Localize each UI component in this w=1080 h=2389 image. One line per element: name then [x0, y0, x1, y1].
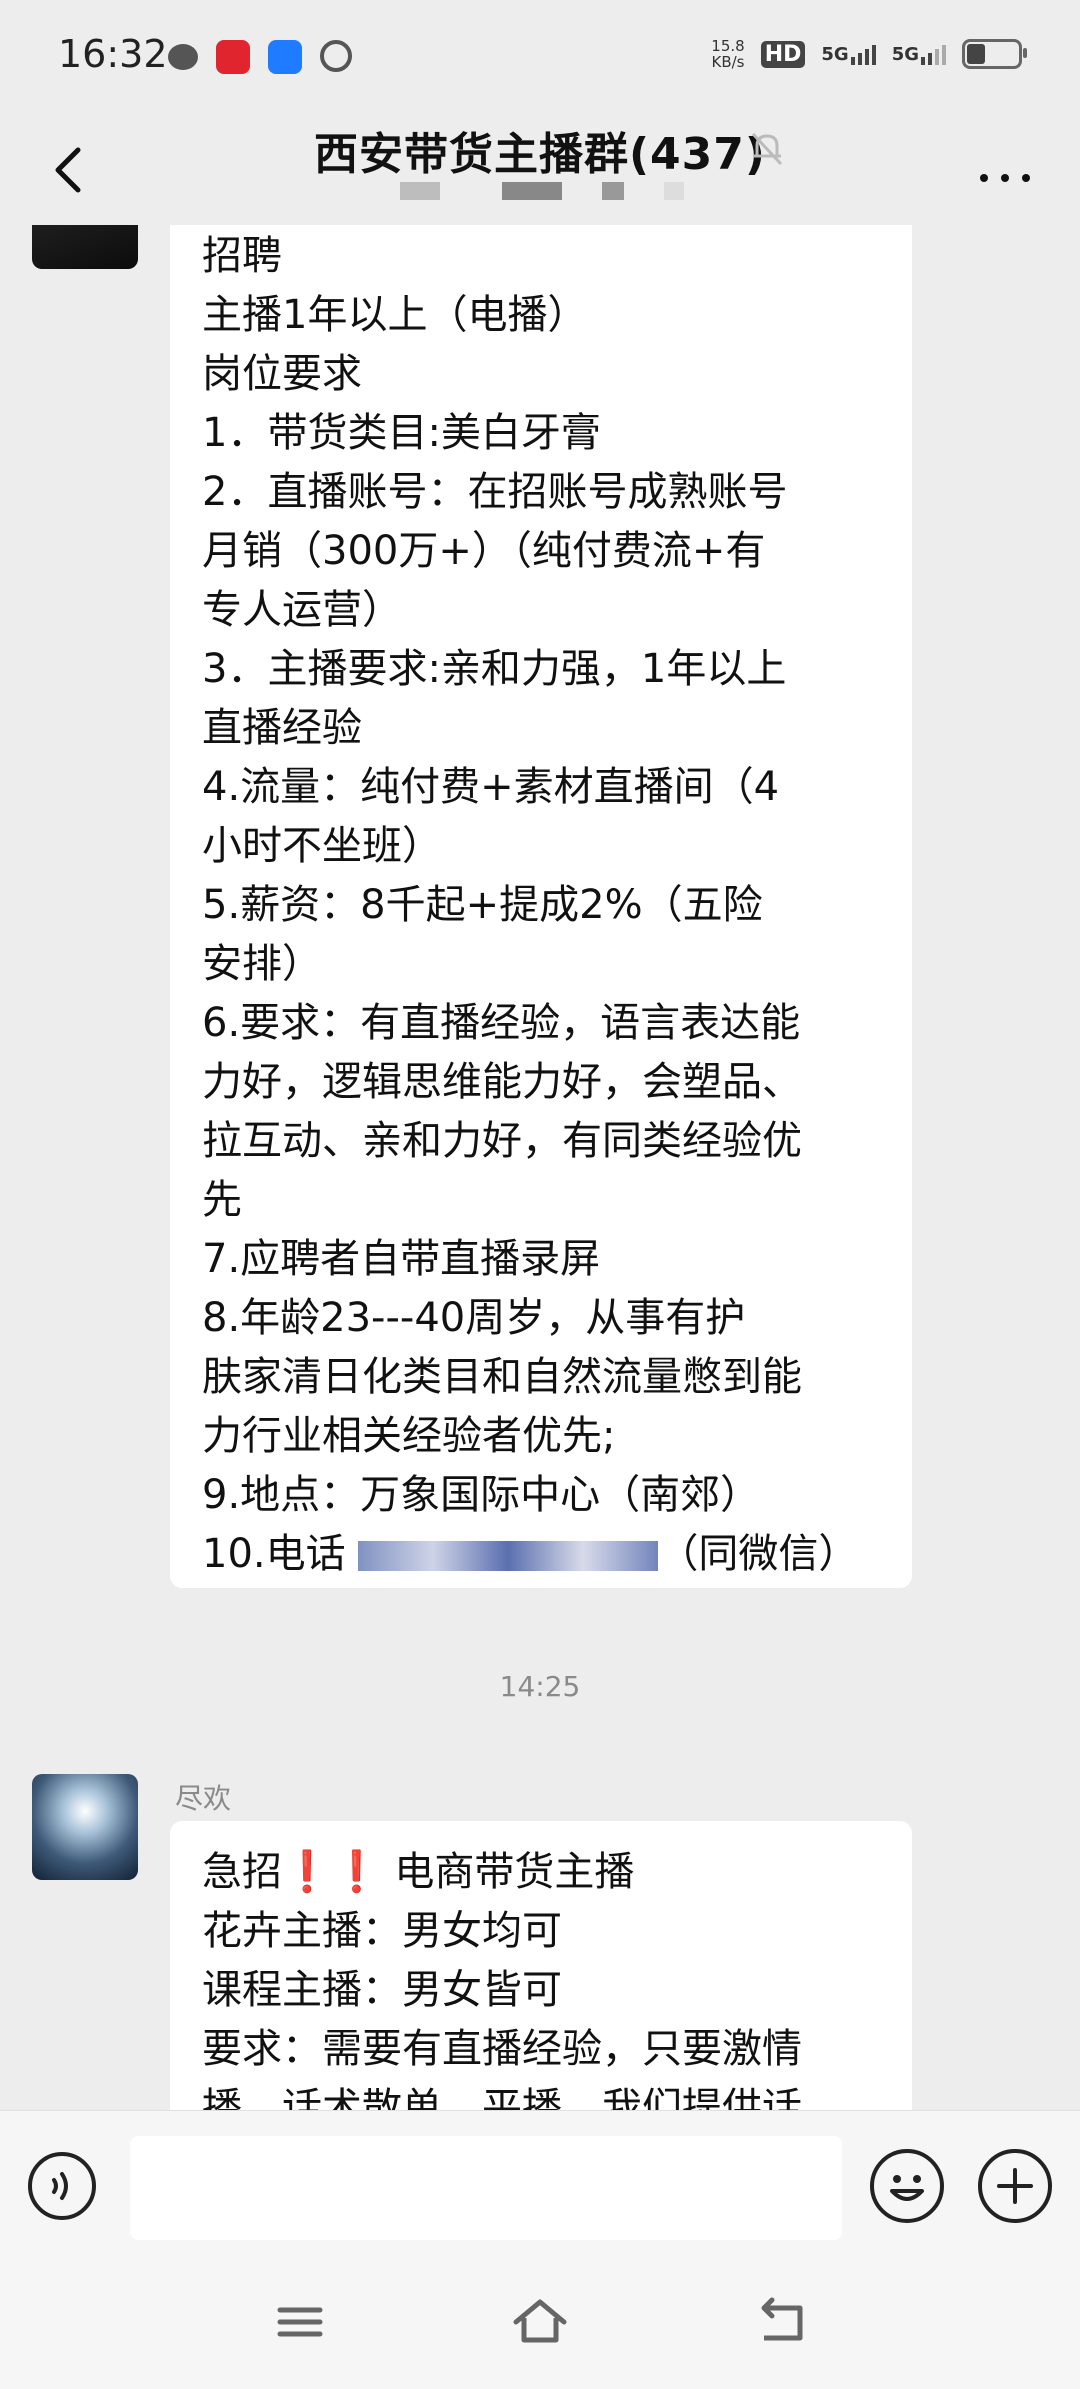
message-line: 8.年龄23---40周岁，从事有护	[202, 1295, 746, 1341]
message-line: 3．主播要求:亲和力强，1年以上	[202, 646, 787, 692]
nav-back-button[interactable]	[750, 2292, 810, 2352]
redacted-subtitle	[400, 182, 440, 200]
message-line: 7.应聘者自带直播录屏	[202, 1236, 601, 1282]
message-line: 课程主播：男女皆可	[202, 1967, 562, 2013]
link-icon	[320, 40, 352, 72]
redacted-subtitle	[502, 182, 562, 200]
message-bubble[interactable]: 急招❗❗ 电商带货主播 花卉主播：男女均可 课程主播：男女皆可 要求：需要有直播…	[170, 1821, 912, 2110]
avatar[interactable]	[32, 225, 138, 269]
nav-home-button[interactable]	[510, 2292, 570, 2352]
more-dots-icon	[980, 174, 1030, 182]
message-line: 肤家清日化类目和自然流量憋到能	[202, 1354, 802, 1400]
message-line: 急招❗❗ 电商带货主播	[202, 1849, 635, 1895]
voice-button[interactable]	[28, 2152, 96, 2220]
message-line: 要求：需要有直播经验，只要激情	[202, 2026, 802, 2072]
chat-title: 西安带货主播群(437)	[313, 129, 767, 180]
message-line: 主播1年以上（电播）	[202, 292, 588, 338]
message-line: 2．直播账号：在招账号成熟账号	[202, 469, 788, 515]
message-bubble[interactable]: 招聘 主播1年以上（电播） 岗位要求 1．带货类目:美白牙膏 2．直播账号：在招…	[170, 225, 912, 1588]
chat-header: 西安带货主播群(437)	[0, 118, 1080, 228]
message-input[interactable]	[130, 2136, 842, 2240]
battery-icon	[962, 39, 1027, 69]
system-nav-bar	[0, 2260, 1080, 2389]
message-line: 播，话术散单，平播，我们提供话	[202, 2085, 802, 2110]
sender-name: 尽欢	[175, 1782, 232, 1815]
message-list[interactable]: 招聘 主播1年以上（电播） 岗位要求 1．带货类目:美白牙膏 2．直播账号：在招…	[0, 225, 1080, 2110]
status-time: 16:32	[58, 32, 168, 76]
voice-icon	[52, 2172, 68, 2200]
message-line: 安排）	[202, 941, 322, 987]
redacted-phone	[358, 1541, 659, 1571]
redacted-subtitle	[602, 182, 624, 200]
message-line: 花卉主播：男女均可	[202, 1908, 562, 1954]
emoji-button[interactable]	[870, 2149, 944, 2223]
redacted-subtitle	[664, 182, 684, 200]
net-speed: 15.8 KB/s	[711, 37, 745, 71]
wechat-icon	[168, 44, 198, 70]
signal-icon: 5G	[892, 44, 946, 65]
message-line: 小时不坐班）	[202, 823, 442, 869]
message-line: 专人运营）	[202, 587, 402, 633]
back-icon	[761, 2297, 803, 2341]
hd-icon: HD	[760, 40, 806, 68]
message-line: 10.电话 （同微信）	[202, 1531, 859, 1577]
message-line: 6.要求：有直播经验，语言表达能	[202, 1000, 801, 1046]
message-line: 先	[202, 1177, 242, 1223]
bell-off-icon	[745, 126, 789, 170]
message-line: 拉互动、亲和力好，有同类经验优	[202, 1118, 802, 1164]
message-line: 招聘	[202, 233, 282, 279]
status-bar: 16:32 15.8 KB/s HD 5G 5G	[0, 0, 1080, 118]
home-icon	[513, 2299, 567, 2343]
app-notification-icon	[216, 40, 250, 74]
avatar[interactable]	[32, 1774, 138, 1880]
emoji-icon	[890, 2175, 924, 2201]
message-line: 5.薪资：8千起+提成2%（五险	[202, 882, 763, 928]
message-line: 直播经验	[202, 705, 362, 751]
notification-icons	[168, 40, 352, 74]
message-line: 月销（300万+）（纯付费流+有	[202, 528, 766, 574]
message-line: 力行业相关经验者优先;	[202, 1413, 616, 1459]
message-line: 1．带货类目:美白牙膏	[202, 410, 601, 456]
plus-icon	[997, 2168, 1033, 2204]
more-button[interactable]	[970, 140, 1040, 190]
app-notification-icon	[268, 40, 302, 74]
input-bar	[0, 2110, 1080, 2261]
time-divider: 14:25	[499, 1670, 581, 1703]
message-line: 9.地点：万象国际中心（南郊）	[202, 1472, 761, 1518]
signal-icon: 5G	[821, 44, 876, 65]
system-indicators: 15.8 KB/s HD 5G 5G	[711, 37, 1027, 71]
message-line: 力好，逻辑思维能力好，会塑品、	[202, 1059, 802, 1105]
menu-icon	[277, 2307, 323, 2337]
nav-menu-button[interactable]	[270, 2292, 330, 2352]
message-line: 岗位要求	[202, 351, 362, 397]
message-line: 4.流量：纯付费+素材直播间（4	[202, 764, 780, 810]
plus-button[interactable]	[978, 2149, 1052, 2223]
